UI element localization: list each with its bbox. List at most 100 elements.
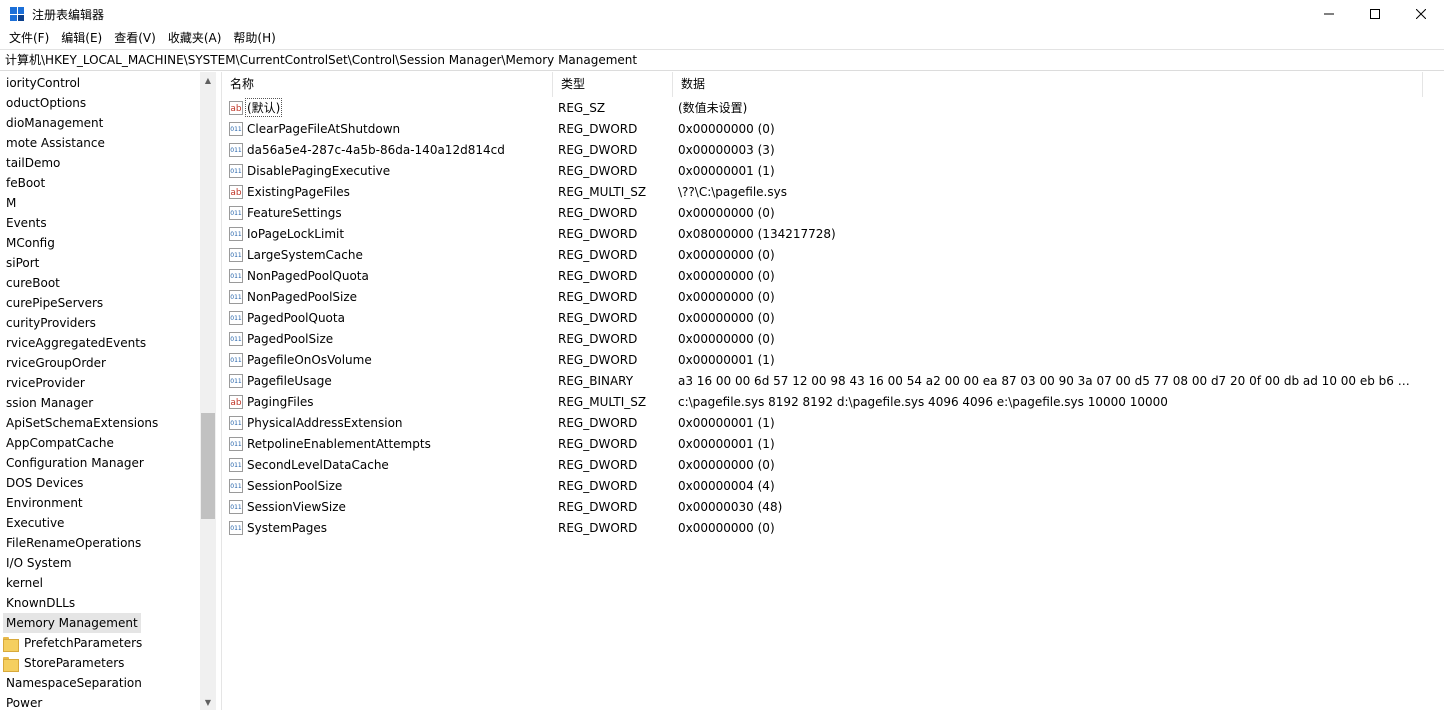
tree-item[interactable]: Events (0, 213, 200, 233)
tree-item[interactable]: oductOptions (0, 93, 200, 113)
value-row[interactable]: ab (默认) REG_SZ (数值未设置) (222, 97, 1444, 118)
value-row[interactable]: 011 SecondLevelDataCache REG_DWORD 0x000000… (222, 454, 1444, 475)
value-row[interactable]: 011 DisablePagingExecutive REG_DWORD 0x0000… (222, 160, 1444, 181)
value-row[interactable]: 011 da56a5e4-287c-4a5b-86da-140a12d814cd R… (222, 139, 1444, 160)
binary-value-icon: 011 (229, 457, 243, 472)
value-name-cell: ab PagingFiles (222, 394, 553, 410)
value-name: LargeSystemCache (247, 247, 363, 262)
tree-item-label: ssion Manager (6, 396, 94, 410)
tree-item[interactable]: NamespaceSeparation (0, 673, 200, 693)
tree-item-label: Events (6, 216, 47, 230)
maximize-button[interactable] (1352, 0, 1398, 28)
column-header-type[interactable]: 类型 (553, 72, 673, 97)
value-row[interactable]: 011 IoPageLockLimit REG_DWORD 0x08000000 (1… (222, 223, 1444, 244)
value-row[interactable]: 011 SessionPoolSize REG_DWORD 0x00000004 (4… (222, 475, 1444, 496)
tree-item[interactable]: curityProviders (0, 313, 200, 333)
menu-help[interactable]: 帮助(H) (227, 28, 281, 49)
tree-item[interactable]: Power (0, 693, 200, 710)
value-name-cell: 011 PagefileOnOsVolume (222, 352, 553, 368)
close-button[interactable] (1398, 0, 1444, 28)
value-name: SessionPoolSize (247, 478, 343, 493)
tree-item-label: Executive (6, 516, 65, 530)
tree-item[interactable]: feBoot (0, 173, 200, 193)
scroll-up-icon[interactable]: ▲ (200, 72, 216, 88)
tree-item[interactable]: iorityControl (0, 73, 200, 93)
binary-value-icon: 011 (229, 415, 243, 430)
value-row[interactable]: 011 ClearPageFileAtShutdown REG_DWORD 0x000… (222, 118, 1444, 139)
value-data: a3 16 00 00 6d 57 12 00 98 43 16 00 54 a… (678, 373, 1413, 388)
binary-value-icon: 011 (229, 268, 243, 283)
value-row[interactable]: ab ExistingPageFiles REG_MULTI_SZ \??\C:\pa… (222, 181, 1444, 202)
tree-item[interactable]: Executive (0, 513, 200, 533)
tree-item[interactable]: M (0, 193, 200, 213)
value-row[interactable]: 011 PhysicalAddressExtension REG_DWORD 0x00… (222, 412, 1444, 433)
value-row[interactable]: 011 PagefileUsage REG_BINARY a3 16 00 00 6d… (222, 370, 1444, 391)
scroll-down-icon[interactable]: ▼ (200, 694, 216, 710)
registry-tree[interactable]: iorityControl oductOptions dioManagement mo… (0, 72, 216, 710)
address-bar[interactable]: 计算机\HKEY_LOCAL_MACHINE\SYSTEM\CurrentCon… (0, 49, 1444, 71)
value-row[interactable]: 011 NonPagedPoolSize REG_DWORD 0x00000000 (… (222, 286, 1444, 307)
tree-item[interactable]: DOS Devices (0, 473, 200, 493)
tree-item[interactable]: ssion Manager (0, 393, 200, 413)
menu-view[interactable]: 查看(V) (108, 28, 162, 49)
value-data: 0x00000001 (1) (678, 436, 775, 451)
tree-item[interactable]: dioManagement (0, 113, 200, 133)
value-row[interactable]: 011 PagefileOnOsVolume REG_DWORD 0x00000001… (222, 349, 1444, 370)
menu-favorites[interactable]: 收藏夹(A) (162, 28, 228, 49)
menu-bar: 文件(F) 编辑(E) 查看(V) 收藏夹(A) 帮助(H) (0, 28, 1444, 49)
value-name-cell: 011 LargeSystemCache (222, 247, 553, 263)
tree-item[interactable]: rviceAggregatedEvents (0, 333, 200, 353)
value-row[interactable]: 011 SessionViewSize REG_DWORD 0x00000030 (4… (222, 496, 1444, 517)
tree-item[interactable]: PrefetchParameters (0, 633, 200, 653)
column-header-data[interactable]: 数据 (673, 72, 1423, 97)
column-header-name[interactable]: 名称 (222, 72, 553, 97)
tree-item[interactable]: MConfig (0, 233, 200, 253)
tree-item[interactable]: AppCompatCache (0, 433, 200, 453)
tree-item[interactable]: rviceGroupOrder (0, 353, 200, 373)
value-row[interactable]: 011 RetpolineEnablementAttempts REG_DWORD 0… (222, 433, 1444, 454)
value-data: c:\pagefile.sys 8192 8192 d:\pagefile.sy… (678, 394, 1168, 409)
tree-item[interactable]: FileRenameOperations (0, 533, 200, 553)
value-name: da56a5e4-287c-4a5b-86da-140a12d814cd (247, 142, 505, 157)
tree-scrollbar[interactable]: ▲ ▼ (200, 72, 216, 710)
menu-file[interactable]: 文件(F) (3, 28, 55, 49)
value-row[interactable]: 011 SystemPages REG_DWORD 0x00000000 (0) (222, 517, 1444, 538)
svg-text:011: 011 (230, 420, 242, 427)
tree-item[interactable]: mote Assistance (0, 133, 200, 153)
tree-item[interactable]: cureBoot (0, 273, 200, 293)
value-type: REG_DWORD (558, 331, 638, 346)
tree-item[interactable]: KnownDLLs (0, 593, 200, 613)
minimize-button[interactable] (1306, 0, 1352, 28)
value-row[interactable]: ab PagingFiles REG_MULTI_SZ c:\pagefile.sys… (222, 391, 1444, 412)
menu-edit[interactable]: 编辑(E) (55, 28, 108, 49)
value-data: 0x00000000 (0) (678, 268, 775, 283)
tree-item[interactable]: Memory Management (0, 613, 200, 633)
tree-item[interactable]: I/O System (0, 553, 200, 573)
value-row[interactable]: 011 NonPagedPoolQuota REG_DWORD 0x00000000 … (222, 265, 1444, 286)
value-name: PagefileOnOsVolume (247, 352, 372, 367)
scrollbar-thumb[interactable] (201, 413, 215, 519)
value-row[interactable]: 011 FeatureSettings REG_DWORD 0x00000000 (0… (222, 202, 1444, 223)
value-type: REG_DWORD (558, 478, 638, 493)
svg-text:011: 011 (230, 231, 242, 238)
tree-item[interactable]: siPort (0, 253, 200, 273)
svg-text:011: 011 (230, 168, 242, 175)
value-row[interactable]: 011 PagedPoolQuota REG_DWORD 0x00000000 (0) (222, 307, 1444, 328)
tree-item-label: Power (6, 696, 43, 710)
tree-item[interactable]: rviceProvider (0, 373, 200, 393)
svg-text:011: 011 (230, 126, 242, 133)
tree-item[interactable]: StoreParameters (0, 653, 200, 673)
value-type: REG_DWORD (558, 205, 638, 220)
tree-item[interactable]: Environment (0, 493, 200, 513)
tree-item[interactable]: curePipeServers (0, 293, 200, 313)
binary-value-icon: 011 (229, 352, 243, 367)
tree-item[interactable]: Configuration Manager (0, 453, 200, 473)
binary-value-icon: 011 (229, 226, 243, 241)
value-row[interactable]: 011 PagedPoolSize REG_DWORD 0x00000000 (0) (222, 328, 1444, 349)
value-name-cell: ab ExistingPageFiles (222, 184, 553, 200)
tree-item[interactable]: tailDemo (0, 153, 200, 173)
tree-item[interactable]: ApiSetSchemaExtensions (0, 413, 200, 433)
value-type: REG_DWORD (558, 289, 638, 304)
value-row[interactable]: 011 LargeSystemCache REG_DWORD 0x00000000 (… (222, 244, 1444, 265)
tree-item[interactable]: kernel (0, 573, 200, 593)
